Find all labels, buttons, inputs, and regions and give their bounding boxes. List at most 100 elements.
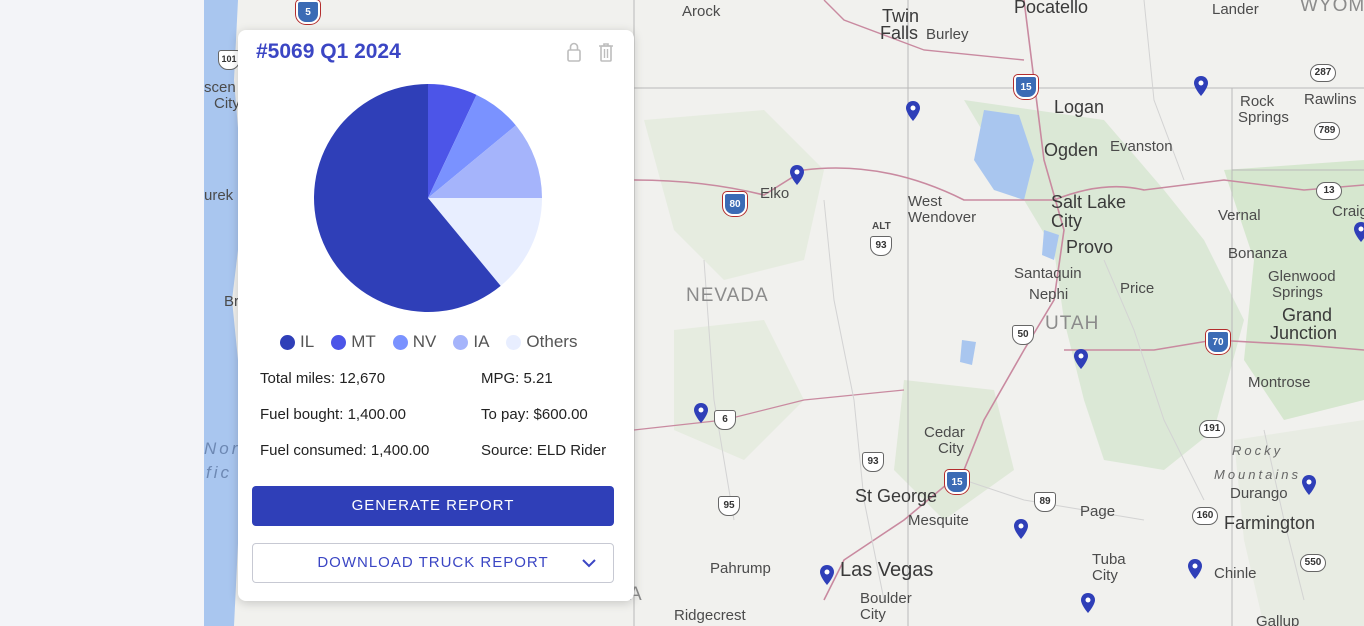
stat-source: Source: ELD Rider: [481, 442, 607, 459]
map-label-evanston: Evanston: [1110, 138, 1173, 155]
map-label-br: Br: [224, 293, 239, 310]
map-label-junction: Junction: [1270, 323, 1338, 343]
map-label-springs-2: Springs: [1272, 284, 1323, 301]
legend-dot: [453, 334, 469, 350]
truck-location-pin[interactable]: [820, 565, 834, 585]
map-label-nor: Nor: [204, 439, 241, 458]
map-label-grand: Grand: [1282, 305, 1333, 325]
map-label-st-george: St George: [855, 486, 938, 506]
truck-location-pin[interactable]: [1074, 349, 1088, 369]
map-label-price: Price: [1120, 280, 1155, 297]
map-label-nephi: Nephi: [1029, 286, 1069, 303]
truck-location-pin[interactable]: [1354, 222, 1364, 242]
map-label-utah: UTAH: [1045, 313, 1100, 334]
legend-item-others: Others: [506, 332, 577, 352]
map-label-boulder-city: City: [860, 606, 886, 623]
map-label-las-vegas: Las Vegas: [840, 559, 934, 581]
left-pane: [0, 0, 204, 626]
map-label-springs: Springs: [1238, 109, 1289, 126]
map-label-burley: Burley: [926, 26, 969, 43]
map-label-tuba-city: City: [1092, 567, 1118, 584]
legend-item-ia: IA: [453, 332, 489, 352]
stat-to-pay: To pay: $600.00: [481, 406, 588, 423]
map-label-ridgecrest: Ridgecrest: [674, 607, 746, 624]
route-191-shield: 191: [1199, 420, 1225, 438]
map-label-wyoming: WYOMI: [1300, 0, 1364, 16]
truck-location-pin[interactable]: [1081, 593, 1095, 613]
map-label-urek: urek: [204, 187, 234, 204]
legend-dot: [506, 334, 522, 350]
route-789-shield: 789: [1314, 122, 1340, 140]
map-label-gallup: Gallup: [1256, 613, 1300, 626]
generate-report-button[interactable]: GENERATE REPORT: [252, 486, 614, 526]
route-13-shield: 13: [1316, 182, 1342, 200]
alt-route-label: ALT: [872, 221, 891, 232]
card-actions: [564, 41, 616, 63]
map-label-cedar-city: City: [938, 440, 964, 457]
legend-label: IL: [300, 332, 315, 351]
map-label-arock: Arock: [682, 3, 721, 20]
map-label-elko: Elko: [760, 185, 790, 202]
pie-legend: IL MT NV IA Others: [280, 332, 577, 352]
legend-dot: [280, 334, 295, 350]
interstate-5-shield: 5: [296, 0, 320, 24]
map-label-santaquin: Santaquin: [1014, 265, 1082, 282]
route-287-shield: 287: [1310, 64, 1336, 82]
interstate-15-shield-south: 15: [945, 470, 969, 494]
map-label-rock: Rock: [1240, 93, 1275, 110]
map-label-nevada: NEVADA: [686, 285, 769, 306]
map-label-vernal: Vernal: [1218, 207, 1261, 224]
state-distribution-pie: [313, 83, 543, 313]
stat-total-miles: Total miles: 12,670: [260, 370, 386, 387]
legend-dot: [392, 334, 408, 350]
map-label-page: Page: [1080, 503, 1116, 520]
truck-location-pin[interactable]: [790, 165, 804, 185]
route-160-shield: 160: [1192, 507, 1218, 525]
stat-fuel-bought: Fuel bought: 1,400.00: [260, 406, 406, 423]
map-label-lander: Lander: [1212, 1, 1259, 18]
legend-label: IA: [473, 332, 490, 351]
alt-93-shield: 93: [870, 236, 892, 256]
map-label-rocky: Rocky: [1232, 443, 1284, 458]
truck-location-pin[interactable]: [1302, 475, 1316, 495]
chevron-down-icon[interactable]: [581, 556, 597, 570]
map-label-glenwood: Glenwood: [1268, 268, 1336, 285]
legend-item-mt: MT: [331, 332, 376, 352]
download-truck-report-button[interactable]: DOWNLOAD TRUCK REPORT: [252, 543, 614, 583]
truck-location-pin[interactable]: [1194, 76, 1208, 96]
truck-location-pin[interactable]: [1188, 559, 1202, 579]
map-label-chinle: Chinle: [1214, 565, 1257, 582]
map-label-logan: Logan: [1054, 97, 1105, 117]
route-89-shield: 89: [1034, 492, 1056, 512]
legend-item-nv: NV: [392, 332, 436, 352]
map-label-rawlins: Rawlins: [1304, 91, 1357, 108]
map-label-provo: Provo: [1066, 237, 1114, 257]
lock-icon[interactable]: [564, 41, 584, 63]
route-550-shield: 550: [1300, 554, 1326, 572]
map-label-pocatello: Pocatello: [1014, 0, 1089, 17]
map-label-montrose: Montrose: [1248, 374, 1311, 391]
map-label-mesquite: Mesquite: [908, 512, 969, 529]
map-label-salt-lake: Salt Lake: [1051, 192, 1127, 212]
stat-fuel-consumed: Fuel consumed: 1,400.00: [260, 442, 430, 459]
us-6-shield: 6: [714, 410, 736, 430]
legend-label: MT: [351, 332, 376, 351]
us-101-shield: 101: [218, 50, 240, 70]
legend-item-il: IL: [280, 332, 314, 352]
truck-location-pin[interactable]: [1014, 519, 1028, 539]
truck-location-pin[interactable]: [694, 403, 708, 423]
stat-mpg: MPG: 5.21: [481, 370, 553, 387]
truck-location-pin[interactable]: [906, 101, 920, 121]
map-label-durango: Durango: [1230, 485, 1288, 502]
interstate-80-shield: 80: [723, 192, 747, 216]
interstate-70-shield: 70: [1206, 330, 1230, 354]
map-label-bonanza: Bonanza: [1228, 245, 1288, 262]
map-label-city: City: [1051, 211, 1082, 231]
interstate-15-shield-north: 15: [1014, 75, 1038, 99]
download-label: DOWNLOAD TRUCK REPORT: [317, 554, 549, 571]
map-label-ogden: Ogden: [1044, 140, 1099, 160]
map-label-cedar: Cedar: [924, 424, 965, 441]
trash-icon[interactable]: [596, 41, 616, 63]
route-50-shield: 50: [1012, 325, 1034, 345]
map-label-tuba: Tuba: [1092, 551, 1126, 568]
